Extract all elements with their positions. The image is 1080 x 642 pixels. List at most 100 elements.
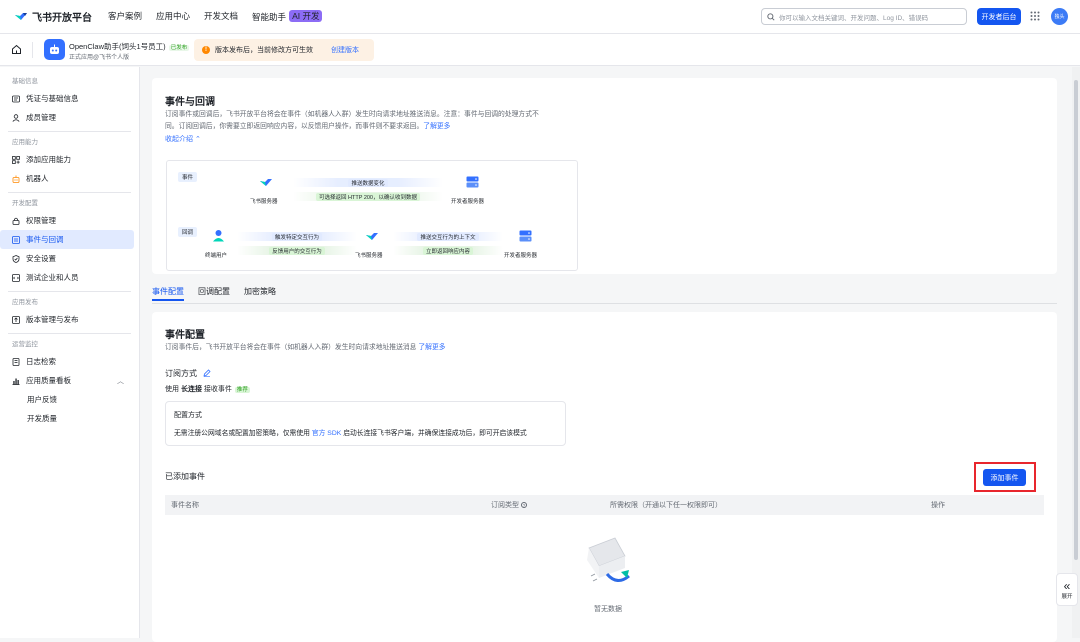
column-sub-type: 订阅类型 ? <box>491 502 527 509</box>
shield-icon <box>12 254 20 263</box>
tab-encryption[interactable]: 加密策略 <box>244 286 276 301</box>
sidebar-group-capabilities: 应用能力 <box>12 139 38 146</box>
config-tabs: 事件配置 回调配置 加密策略 <box>152 286 276 301</box>
help-icon[interactable]: ? <box>520 502 527 508</box>
dev-server-icon <box>463 173 481 191</box>
sidebar-item-add-capability[interactable]: 添加应用能力 <box>0 150 134 169</box>
release-notice: ! 版本发布后，当前修改方可生效 创建版本 <box>194 39 374 61</box>
dev-console-button[interactable]: 开发者后台 <box>977 8 1021 25</box>
sidebar-item-logs[interactable]: 日志检索 <box>0 352 134 371</box>
scrollbar-thumb[interactable] <box>1074 80 1078 560</box>
column-permissions: 所需权限（开通以下任一权限即可） <box>610 502 722 509</box>
page-title: 事件与回调 <box>165 97 215 108</box>
feishu-server-label: 飞书服务器 <box>250 199 278 205</box>
sidebar-subitem-feedback[interactable]: 用户反馈 <box>0 390 139 409</box>
chevron-up-icon: ⌃ <box>194 136 201 143</box>
sidebar-item-robot[interactable]: 机器人 <box>0 169 134 188</box>
double-chevron-left-icon: « <box>1063 578 1071 593</box>
sidebar-item-security[interactable]: 安全设置 <box>0 249 134 268</box>
tab-callback-config[interactable]: 回调配置 <box>198 286 230 301</box>
chevron-up-icon[interactable]: ︿ <box>117 376 124 386</box>
intro-description: 订阅事件或回调后，飞书开放平台将会在事件（如机器人入群）发生时向请求地址推送消息… <box>165 111 539 130</box>
expand-panel-button[interactable]: « 展开 <box>1056 573 1078 606</box>
feishu-server-icon <box>257 173 275 191</box>
notice-text: 版本发布后，当前修改方可生效 <box>215 47 313 54</box>
logo[interactable]: 飞书开放平台 <box>14 9 96 24</box>
sidebar: 基础信息 凭证与基础信息 成员管理 应用能力 添加应用能力 机器人 开发配置 权… <box>0 67 140 638</box>
recommended-badge: 推荐 <box>234 387 250 393</box>
nav-dev-docs[interactable]: 开发文档 <box>204 10 238 23</box>
sidebar-group-release: 应用发布 <box>12 299 38 306</box>
sidebar-item-quality[interactable]: 应用质量看板 ︿ <box>0 371 134 390</box>
nav-ai-assistant[interactable]: 智能助手 AI 开发 <box>252 10 323 23</box>
app-subtitle: 正式应用@飞书个人版 <box>69 55 130 61</box>
config-method-box: 配置方式 无需注册公网域名或配置加密策略，仅需使用 官方 SDK 启动长连接飞书… <box>165 401 566 446</box>
event-icon <box>12 235 20 244</box>
config-method-title: 配置方式 <box>174 412 202 419</box>
sidebar-group-dev-config: 开发配置 <box>12 200 38 207</box>
config-method-desc: 无需注册公网域名或配置加密策略，仅需使用 官方 SDK 启动长连接飞书客户端，并… <box>174 430 527 437</box>
sidebar-item-test-org[interactable]: 测试企业和人员 <box>0 268 134 287</box>
event-config-card: 事件配置 订阅事件后，飞书开放平台将会在事件（如机器人入群）发生时向请求地址推送… <box>152 312 1057 642</box>
home-icon[interactable] <box>11 44 22 55</box>
edit-icon[interactable] <box>203 369 211 377</box>
robot-icon <box>12 175 20 183</box>
subscription-method-label: 订阅方式 <box>165 368 211 379</box>
feishu-server-icon <box>363 227 381 245</box>
search-placeholder: 你可以输入文档关键词、开发问题、Log ID、错误码 <box>779 14 929 22</box>
event-callback-diagram: 事件 飞书服务器 推送数据变化 可选择返回 HTTP 200，以确认收到数据 开… <box>166 160 578 271</box>
nav-app-center[interactable]: 应用中心 <box>156 10 190 23</box>
sidebar-item-versions[interactable]: 版本管理与发布 <box>0 310 134 329</box>
grid-plus-icon <box>12 155 20 164</box>
user-icon <box>12 113 20 122</box>
divider <box>8 131 131 132</box>
logo-text: 飞书开放平台 <box>32 13 92 24</box>
trigger-action-arrow: 触发特定交互行为 <box>237 232 357 241</box>
feedback-action-arrow: 反馈用户的交互行为 <box>237 246 357 255</box>
sidebar-item-members[interactable]: 成员管理 <box>0 108 134 127</box>
sidebar-item-permissions[interactable]: 权限管理 <box>0 211 134 230</box>
divider <box>8 192 131 193</box>
avatar[interactable]: 独头 <box>1051 8 1068 25</box>
id-card-icon <box>12 95 20 103</box>
dev-server-label: 开发者服务器 <box>504 253 538 259</box>
push-context-arrow: 推送交互行为的上下文 <box>393 232 503 241</box>
added-events-label: 已添加事件 <box>165 472 205 481</box>
app-name[interactable]: OpenClaw助手(饲头1号员工) 已发布 <box>69 41 190 52</box>
push-change-arrow: 推送数据变化 <box>293 178 443 187</box>
apps-grid-icon[interactable] <box>1030 11 1040 21</box>
nav-customer-cases[interactable]: 客户案例 <box>108 10 142 23</box>
official-sdk-link[interactable]: 官方 SDK <box>312 430 341 437</box>
collapse-intro-button[interactable]: 收起介绍 ⌃ <box>165 134 201 144</box>
feishu-server-label: 飞书服务器 <box>355 253 383 259</box>
sidebar-item-credentials[interactable]: 凭证与基础信息 <box>0 89 134 108</box>
tab-event-config[interactable]: 事件配置 <box>152 286 184 301</box>
divider <box>8 291 131 292</box>
sidebar-subitem-dev-quality[interactable]: 开发质量 <box>0 409 139 428</box>
top-bar: 飞书开放平台 客户案例 应用中心 开发文档 智能助手 AI 开发 你可以输入文档关… <box>0 0 1080 34</box>
version-icon <box>12 315 20 324</box>
create-version-link[interactable]: 创建版本 <box>331 45 359 55</box>
add-event-button[interactable]: 添加事件 <box>983 469 1026 486</box>
main-content: 事件与回调 订阅事件或回调后，飞书开放平台将会在事件（如机器人入群）发生时向请求… <box>140 67 1072 642</box>
empty-box-icon <box>587 537 630 582</box>
status-badge: 已发布 <box>168 45 190 51</box>
return-response-arrow: 立即返回响应内容 <box>393 246 503 255</box>
app-bar: OpenClaw助手(饲头1号员工) 已发布 正式应用@飞书个人版 ! 版本发布后… <box>0 34 1080 66</box>
callback-tag: 回调 <box>178 227 198 237</box>
dev-server-icon <box>516 227 534 245</box>
learn-more-link[interactable]: 了解更多 <box>418 344 445 351</box>
search-icon <box>767 12 775 21</box>
log-icon <box>12 357 20 366</box>
sidebar-group-basic: 基础信息 <box>12 78 38 85</box>
app-robot-icon <box>44 39 65 60</box>
section-description: 订阅事件后，飞书开放平台将会在事件（如机器人入群）发生时向请求地址推送消息 了解… <box>165 344 446 351</box>
divider <box>8 333 131 334</box>
ai-badge: AI 开发 <box>289 10 323 22</box>
dev-server-label: 开发者服务器 <box>451 199 485 205</box>
feishu-logo-icon <box>15 13 27 20</box>
learn-more-link[interactable]: 了解更多 <box>423 123 450 130</box>
sidebar-item-events[interactable]: 事件与回调 <box>0 230 134 249</box>
search-input[interactable]: 你可以输入文档关键词、开发问题、Log ID、错误码 <box>761 8 967 25</box>
sidebar-group-monitoring: 运营监控 <box>12 341 38 348</box>
